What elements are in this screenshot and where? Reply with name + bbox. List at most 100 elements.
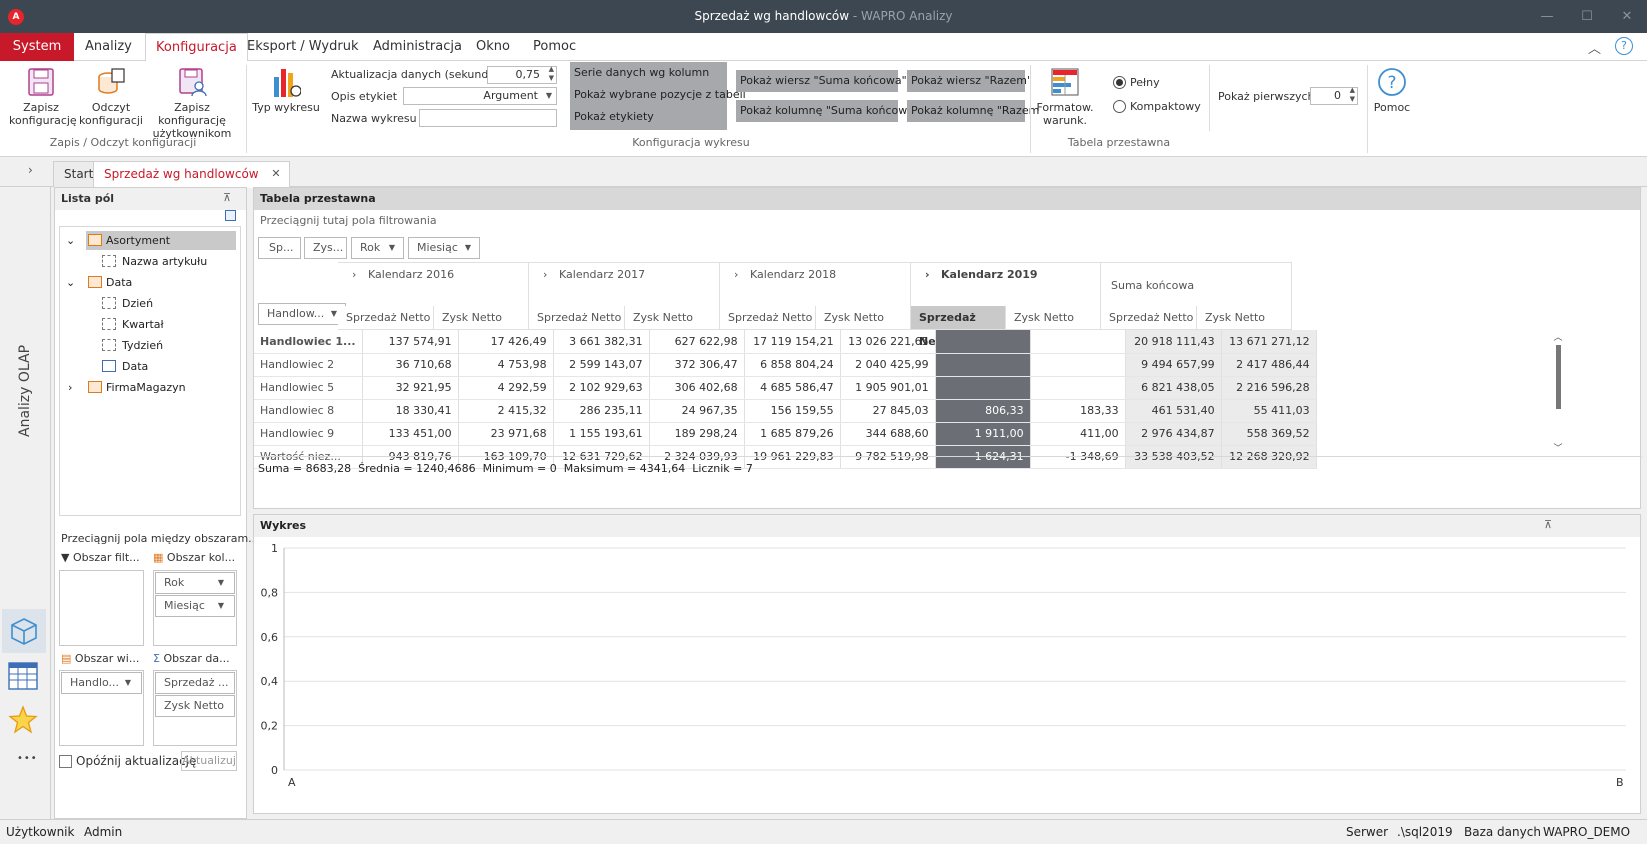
table-cell[interactable] — [935, 353, 1031, 377]
pivot-row-field[interactable]: Handlow... ▼ — [258, 303, 346, 325]
radio-compact[interactable] — [1113, 100, 1126, 113]
table-cell[interactable]: 558 369,52 — [1221, 422, 1317, 446]
row-header[interactable]: Handlowiec 8 — [254, 399, 363, 423]
expand-chevron-icon[interactable]: › — [925, 262, 930, 288]
table-cell[interactable]: 411,00 — [1030, 422, 1126, 446]
row-header[interactable]: Handlowiec 5 — [254, 376, 363, 400]
tree-dzien[interactable]: Dzień — [102, 294, 153, 313]
table-row[interactable]: Handlowiec 1... 137 574,91 17 426,49 3 661 … — [254, 330, 1317, 354]
table-cell[interactable]: 372 306,47 — [649, 353, 745, 377]
table-cell[interactable]: 189 298,24 — [649, 422, 745, 446]
show-labels-toggle[interactable]: Pokaż etykiety — [570, 106, 727, 128]
table-cell[interactable]: 13 671 271,12 — [1221, 330, 1317, 354]
scroll-down-icon[interactable]: ﹀ — [1552, 441, 1564, 454]
expand-chevron-icon[interactable]: ⌄ — [66, 273, 75, 292]
measure-header[interactable]: Zysk Netto — [1006, 306, 1101, 330]
table-cell[interactable] — [1030, 353, 1126, 377]
table-cell[interactable] — [935, 376, 1031, 400]
help-icon[interactable]: ? — [1615, 37, 1633, 55]
expand-chevron-icon[interactable]: › — [352, 262, 356, 288]
menu-analizy[interactable]: Analizy — [75, 33, 142, 61]
tree-firmamagazyn[interactable]: FirmaMagazyn — [86, 378, 186, 397]
menu-okno[interactable]: Okno — [466, 33, 520, 61]
table-cell[interactable]: 627 622,98 — [649, 330, 745, 354]
table-cell[interactable]: 2 976 434,87 — [1125, 422, 1222, 446]
expand-chevron-icon[interactable]: › — [734, 262, 738, 288]
table-cell[interactable]: 1 911,00 — [935, 422, 1031, 446]
table-cell[interactable]: 1 155 193,61 — [553, 422, 650, 446]
table-cell[interactable]: 32 921,95 — [362, 376, 459, 400]
table-cell[interactable]: 133 451,00 — [362, 422, 459, 446]
pivot-field-rok[interactable]: Rok ▼ — [351, 237, 404, 259]
scroll-up-icon[interactable]: ︿ — [1552, 330, 1564, 343]
table-cell[interactable]: 4 753,98 — [458, 353, 554, 377]
olap-vertical-label[interactable]: Analizy OLAP — [17, 317, 33, 437]
app-logo-icon[interactable]: A — [8, 9, 24, 25]
table-cell[interactable]: 20 918 111,43 — [1125, 330, 1222, 354]
tree-data[interactable]: Data — [86, 273, 132, 292]
table-cell[interactable]: 2 216 596,28 — [1221, 376, 1317, 400]
measure-header[interactable]: Zysk Netto — [434, 306, 529, 330]
filter-dropdown-icon[interactable]: ▼ — [125, 673, 131, 693]
close-window-icon[interactable]: ✕ — [1607, 0, 1647, 33]
show-razem-col-toggle[interactable]: Pokaż kolumnę "Razem — [907, 100, 1039, 122]
table-cell[interactable]: 4 685 586,47 — [744, 376, 841, 400]
expand-chevron-icon[interactable]: ⌄ — [66, 231, 75, 250]
filter-dropdown-icon[interactable]: ▼ — [465, 238, 471, 258]
measure-header[interactable]: Zysk Netto — [1197, 306, 1292, 330]
tree-data-hierarchy[interactable]: Data — [102, 357, 148, 376]
column-field-miesiac[interactable]: Miesiąc ▼ — [155, 595, 235, 617]
table-row[interactable]: Handlowiec 5 32 921,95 4 292,59 2 102 929,6… — [254, 376, 1317, 400]
table-cell[interactable]: 2 415,32 — [458, 399, 554, 423]
year-header-2019[interactable]: › Kalendarz 2019 — [911, 262, 1101, 306]
table-row[interactable]: Handlowiec 2 36 710,68 4 753,98 2 599 143,0… — [254, 353, 1317, 377]
measure-header[interactable]: Sprzedaż Netto — [1101, 306, 1197, 330]
table-row[interactable]: Handlowiec 8 18 330,41 2 415,32 286 235,11 2… — [254, 399, 1317, 423]
refresh-seconds-spinner[interactable]: 0,75 ▲ ▼ — [487, 65, 557, 84]
year-header-2017[interactable]: › Kalendarz 2017 — [529, 262, 720, 306]
expand-chevron-icon[interactable]: › — [543, 262, 547, 288]
table-cell[interactable]: 2 040 425,99 — [840, 353, 936, 377]
scroll-thumb[interactable] — [1555, 345, 1561, 409]
table-cell[interactable]: 344 688,60 — [840, 422, 936, 446]
save-config-button[interactable]: Zapisz konfigurację — [6, 67, 77, 127]
menu-konfiguracja[interactable]: Konfiguracja — [145, 33, 248, 62]
pivot-field-miesiac[interactable]: Miesiąc ▼ — [408, 237, 480, 259]
show-razem-row-toggle[interactable]: Pokaż wiersz "Razem" — [907, 70, 1032, 92]
more-dots-icon[interactable]: ••• — [17, 753, 38, 764]
table-cell[interactable]: 55 411,03 — [1221, 399, 1317, 423]
show-selected-toggle[interactable]: Pokaż wybrane pozycje z tabeli — [570, 84, 746, 106]
table-cell[interactable]: 156 159,55 — [744, 399, 841, 423]
table-cell[interactable]: 1 905 901,01 — [840, 376, 936, 400]
table-cell[interactable]: 24 967,35 — [649, 399, 745, 423]
tree-kwartal[interactable]: Kwartał — [102, 315, 164, 334]
table-cell[interactable]: 137 574,91 — [362, 330, 459, 354]
measure-header[interactable]: Zysk Netto — [625, 306, 720, 330]
menu-pomoc[interactable]: Pomoc — [523, 33, 586, 61]
filter-dropdown-icon[interactable]: ▼ — [218, 573, 224, 593]
tree-asortyment[interactable]: Asortyment — [86, 231, 236, 250]
table-cell[interactable]: 18 330,41 — [362, 399, 459, 423]
year-header-2018[interactable]: › Kalendarz 2018 — [720, 262, 911, 306]
table-cell[interactable]: 17 426,49 — [458, 330, 554, 354]
table-cell[interactable]: 36 710,68 — [362, 353, 459, 377]
filter-dropdown-icon[interactable]: ▼ — [218, 596, 224, 616]
chart-area[interactable]: 1 0,8 0,6 0,4 0,2 0A B — [254, 537, 1640, 813]
tree-tydzien[interactable]: Tydzień — [102, 336, 163, 355]
table-cell[interactable]: 23 971,68 — [458, 422, 554, 446]
table-cell[interactable]: 2 417 486,44 — [1221, 353, 1317, 377]
data-field-zysk[interactable]: Zysk Netto — [155, 695, 235, 717]
save-user-config-button[interactable]: Zapisz konfigurację użytkownikom — [144, 67, 240, 140]
collapsed-chevron-icon[interactable]: › — [68, 378, 72, 397]
table-cell[interactable]: 2 599 143,07 — [553, 353, 650, 377]
measure-header-selected[interactable]: Sprzedaż Netto — [911, 306, 1006, 348]
pivot-scrollbar[interactable]: ︿ ﹀ — [1552, 330, 1564, 456]
table-cell[interactable]: 2 102 929,63 — [553, 376, 650, 400]
pin-icon[interactable]: ⊼ — [1544, 518, 1552, 531]
table-cell[interactable]: 13 026 221,65 — [840, 330, 936, 354]
show-total-row-toggle[interactable]: Pokaż wiersz "Suma końcowa" — [736, 70, 907, 92]
table-row[interactable]: Handlowiec 9 133 451,00 23 971,68 1 155 193… — [254, 422, 1317, 446]
spinner-arrows-icon[interactable]: ▲ ▼ — [1350, 86, 1355, 104]
maximize-icon[interactable]: ☐ — [1567, 0, 1607, 33]
table-cell[interactable]: 4 292,59 — [458, 376, 554, 400]
